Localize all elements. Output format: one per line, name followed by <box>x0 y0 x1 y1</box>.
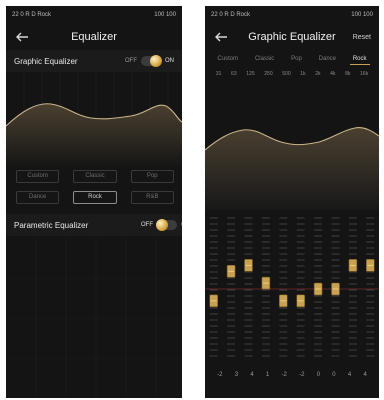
freq-label: 1k <box>300 71 306 77</box>
band-slider <box>331 217 340 357</box>
freq-label: 2k <box>315 71 321 77</box>
freq-label: 31 <box>215 71 222 77</box>
tab-rock[interactable]: Rock <box>349 54 370 65</box>
off-label: OFF <box>125 58 137 64</box>
page-title: Equalizer <box>71 31 117 43</box>
title-bar: Graphic Equalizer Reset <box>205 24 379 50</box>
freq-label: 16k <box>360 71 369 77</box>
status-right: 100 100 <box>351 12 373 18</box>
band-value: 4 <box>250 372 254 378</box>
band-slider <box>209 217 218 357</box>
band-value: 1 <box>265 372 270 378</box>
toggle-knob[interactable] <box>156 219 177 231</box>
graphic-equalizer-screen: 22 0 R D Rock 100 100 Graphic Equalizer … <box>205 6 379 398</box>
freq-label: 63 <box>231 71 237 77</box>
graphic-eq-row: Graphic Equalizer OFF ON <box>6 50 182 72</box>
back-arrow-icon[interactable] <box>213 30 229 44</box>
tab-classic[interactable]: Classic <box>252 54 277 65</box>
preset-pop[interactable]: Pop <box>130 170 174 183</box>
band-slider <box>279 217 288 357</box>
preset-rnb[interactable]: R&B <box>130 191 174 204</box>
band-value: 3 <box>234 372 239 378</box>
preset-rock[interactable]: Rock <box>73 191 117 204</box>
frequency-labels: 31 63 125 250 500 1k 2k 4k 8k 16k <box>205 68 379 80</box>
parametric-eq-label: Parametric Equalizer <box>14 220 89 230</box>
freq-label: 500 <box>282 71 291 77</box>
preset-classic[interactable]: Classic <box>73 170 117 183</box>
parametric-eq-toggle[interactable]: OFF ON <box>141 219 182 231</box>
preset-custom[interactable]: Custom <box>16 170 60 183</box>
band-value: -2 <box>299 372 305 378</box>
graphic-eq-toggle[interactable]: OFF ON <box>125 55 174 67</box>
status-bar: 22 0 R D Rock 100 100 <box>6 6 182 24</box>
graphic-eq-label: Graphic Equalizer <box>14 56 78 66</box>
freq-label: 8k <box>345 71 351 77</box>
band-slider <box>226 217 236 357</box>
status-left: 22 0 R D Rock <box>211 12 251 18</box>
preset-grid: Custom Classic Pop Dance Rock R&B <box>16 170 174 204</box>
toggle-knob[interactable] <box>141 55 162 67</box>
back-arrow-icon[interactable] <box>14 30 30 44</box>
band-slider <box>366 217 375 357</box>
on-label: ON <box>181 222 182 228</box>
graphic-eq-curve <box>6 72 182 168</box>
band-value: -2 <box>281 372 287 378</box>
preset-tabs: Custom Classic Pop Dance Rock <box>205 50 379 68</box>
tab-dance[interactable]: Dance <box>316 54 339 65</box>
tab-pop[interactable]: Pop <box>288 54 305 65</box>
band-slider <box>261 217 271 357</box>
status-left: 22 0 R D Rock <box>12 12 52 18</box>
band-slider <box>313 217 323 357</box>
band-value: 4 <box>363 372 367 378</box>
on-label: ON <box>165 58 174 64</box>
eq-response-curve <box>205 127 379 210</box>
off-label: OFF <box>141 222 153 228</box>
parametric-eq-plot <box>6 238 182 398</box>
status-bar: 22 0 R D Rock 100 100 <box>205 6 379 24</box>
equalizer-screen: 22 0 R D Rock 100 100 Equalizer Graphic … <box>6 6 182 398</box>
band-sliders[interactable] <box>205 210 379 370</box>
band-slider <box>348 217 358 357</box>
band-value: 0 <box>332 372 336 378</box>
freq-label: 250 <box>264 71 273 77</box>
title-bar: Equalizer <box>6 24 182 50</box>
tab-custom[interactable]: Custom <box>214 54 241 65</box>
freq-label: 125 <box>246 71 255 77</box>
band-value: 4 <box>347 372 352 378</box>
band-value: 0 <box>316 372 321 378</box>
preset-dance[interactable]: Dance <box>16 191 60 204</box>
band-values: -2 3 4 1 -2 -2 0 0 4 4 <box>205 372 379 384</box>
freq-label: 4k <box>330 71 336 77</box>
status-right: 100 100 <box>154 12 176 18</box>
band-slider <box>296 217 305 357</box>
reset-button[interactable]: Reset <box>353 34 371 41</box>
band-slider <box>244 217 253 357</box>
band-value: -2 <box>217 372 223 378</box>
parametric-eq-row: Parametric Equalizer OFF ON <box>6 214 182 236</box>
